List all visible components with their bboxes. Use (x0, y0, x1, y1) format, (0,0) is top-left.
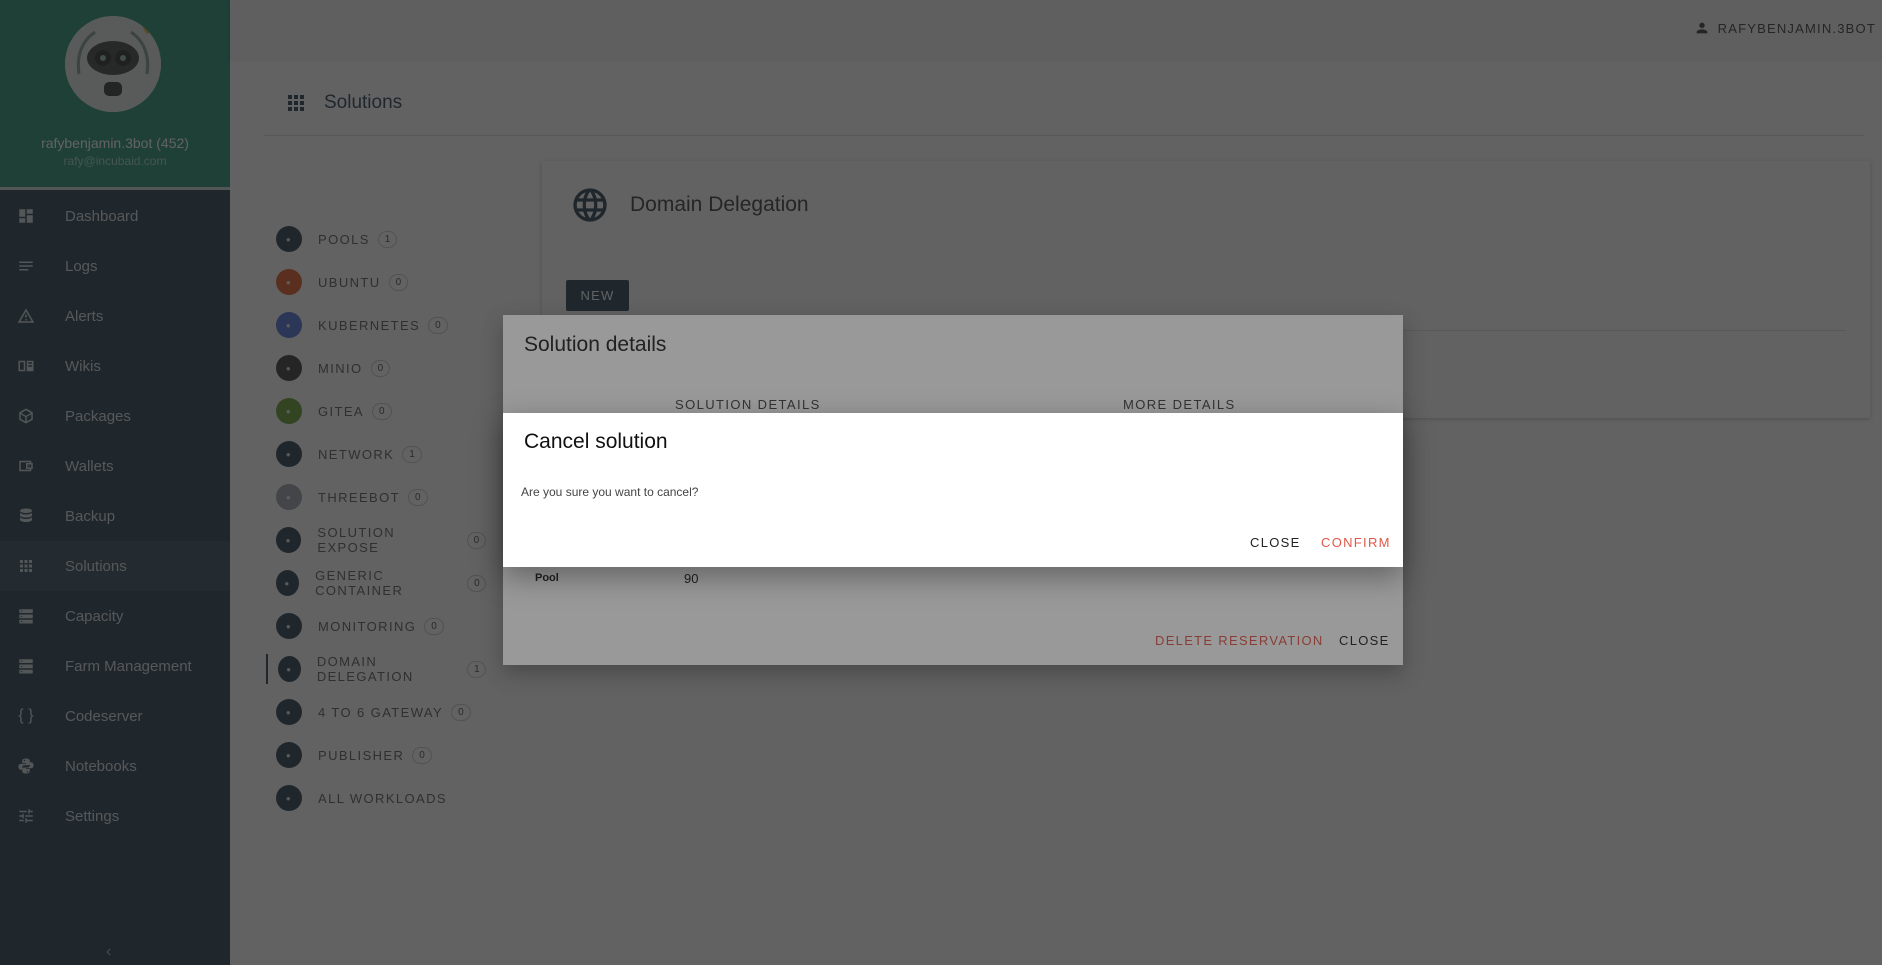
confirm-button[interactable]: CONFIRM (1321, 535, 1391, 550)
dialog-message: Are you sure you want to cancel? (521, 485, 699, 499)
dialog-title: Cancel solution (524, 430, 668, 453)
cancel-solution-dialog: Cancel solution Are you sure you want to… (503, 413, 1403, 567)
close-button[interactable]: CLOSE (1250, 535, 1301, 550)
